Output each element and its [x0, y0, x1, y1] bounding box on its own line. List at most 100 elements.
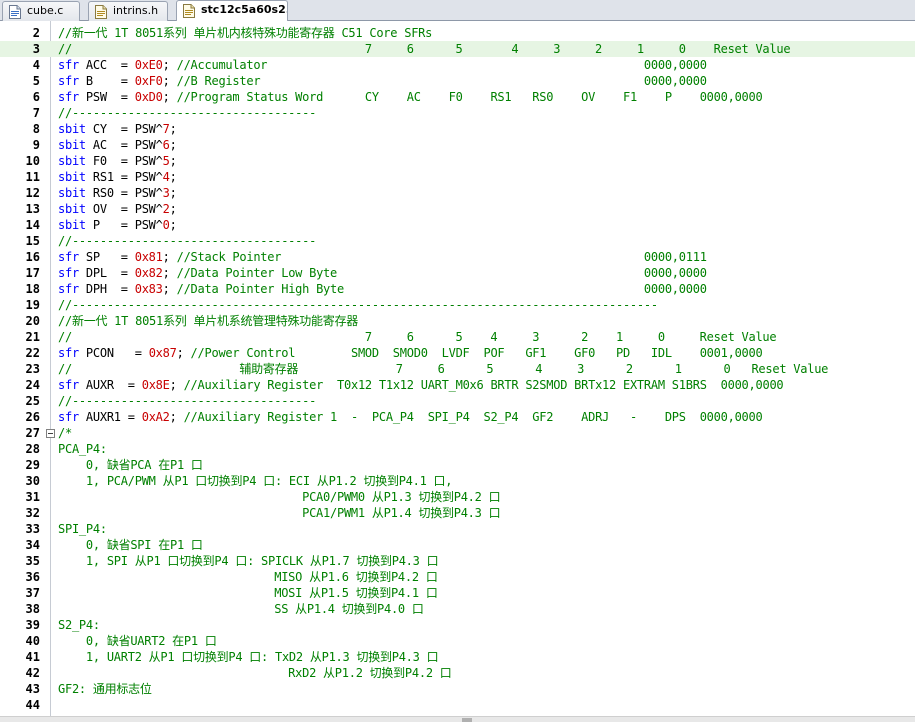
code-line[interactable]: 29 0, 缺省PCA 在P1 口: [0, 457, 915, 473]
code-line[interactable]: 17 sfr DPL = 0x82; //Data Pointer Low Byt…: [0, 265, 915, 281]
code-line[interactable]: 11 sbit RS1 = PSW^4;: [0, 169, 915, 185]
text-token: ;: [162, 58, 177, 72]
code-line[interactable]: 24 sfr AUXR = 0x8E; //Auxiliary Register …: [0, 377, 915, 393]
code-line[interactable]: 39 S2_P4:: [0, 617, 915, 633]
code-editor[interactable]: 2 //新一代 1T 8051系列 单片机内核特殊功能寄存器 C51 Core S…: [0, 21, 915, 716]
number-token: 0xA2: [141, 410, 170, 424]
tab-cube-c[interactable]: cube.c: [2, 1, 80, 21]
code-text: MOSI 从P1.5 切换到P4.1 口: [58, 585, 438, 601]
code-line[interactable]: 4 sfr ACC = 0xE0; //Accumulator 0000,0000: [0, 57, 915, 73]
code-text: //-----------------------------------: [58, 233, 316, 249]
line-number: 21: [25, 330, 40, 344]
tab-label: cube.c: [27, 4, 64, 17]
line-number: 2: [32, 26, 40, 40]
comment-token: S2_P4:: [58, 618, 100, 632]
line-number: 33: [25, 522, 40, 536]
code-line[interactable]: 36 MISO 从P1.6 切换到P4.2 口: [0, 569, 915, 585]
line-number: 39: [25, 618, 40, 632]
line-number: 14: [25, 218, 40, 232]
code-line[interactable]: 3 // 7 6 5 4 3 2 1 0 Reset Value: [0, 41, 915, 57]
code-text: /*: [58, 425, 72, 441]
c-file-icon: [9, 5, 21, 19]
code-line[interactable]: 41 1, UART2 从P1 口切换到P4 口: TxD2 从P1.3 切换到…: [0, 649, 915, 665]
tab-label: intrins.h: [113, 4, 159, 17]
code-line[interactable]: 32 PCA1/PWM1 从P1.4 切换到P4.3 口: [0, 505, 915, 521]
comment-token: RxD2 从P1.2 切换到P4.2 口: [58, 666, 452, 680]
code-text: 1, PCA/PWM 从P1 口切换到P4 口: ECI 从P1.2 切换到P4…: [58, 473, 453, 489]
code-line[interactable]: 13 sbit OV = PSW^2;: [0, 201, 915, 217]
keyword-token: sfr: [58, 378, 79, 392]
code-line[interactable]: 30 1, PCA/PWM 从P1 口切换到P4 口: ECI 从P1.2 切换…: [0, 473, 915, 489]
keyword-token: sfr: [58, 250, 79, 264]
code-text: sfr PCON = 0x87; //Power Control SMOD SM…: [58, 345, 763, 361]
text-token: PSW =: [78, 90, 135, 104]
code-line[interactable]: 19 //------------------------------------…: [0, 297, 915, 313]
code-line[interactable]: 40 0, 缺省UART2 在P1 口: [0, 633, 915, 649]
code-line[interactable]: 21 // 7 6 5 4 3 2 1 0 Reset Value: [0, 329, 915, 345]
line-number: 38: [25, 602, 40, 616]
code-text: //--------------------------------------…: [58, 297, 658, 313]
number-token: 5: [162, 154, 170, 168]
code-text: sbit RS0 = PSW^3;: [58, 185, 177, 201]
line-number: 19: [25, 298, 40, 312]
code-line[interactable]: 31 PCA0/PWM0 从P1.3 切换到P4.2 口: [0, 489, 915, 505]
code-line[interactable]: 37 MOSI 从P1.5 切换到P4.1 口: [0, 585, 915, 601]
code-line[interactable]: 12 sbit RS0 = PSW^3;: [0, 185, 915, 201]
code-text: SS 从P1.4 切换到P4.0 口: [58, 601, 424, 617]
keyword-token: sfr: [58, 74, 79, 88]
code-line[interactable]: 42 RxD2 从P1.2 切换到P4.2 口: [0, 665, 915, 681]
text-token: ;: [169, 410, 184, 424]
text-token: ;: [169, 202, 177, 216]
number-token: 0xD0: [134, 90, 163, 104]
code-text: 1, SPI 从P1 口切换到P4 口: SPICLK 从P1.7 切换到P4.…: [58, 553, 439, 569]
code-line[interactable]: 9 sbit AC = PSW^6;: [0, 137, 915, 153]
code-text: RxD2 从P1.2 切换到P4.2 口: [58, 665, 452, 681]
code-line[interactable]: 26 sfr AUXR1 = 0xA2; //Auxiliary Register…: [0, 409, 915, 425]
number-token: 0xF0: [134, 74, 163, 88]
code-line[interactable]: 10 sbit F0 = PSW^5;: [0, 153, 915, 169]
code-text: 1, UART2 从P1 口切换到P4 口: TxD2 从P1.3 切换到P4.…: [58, 649, 439, 665]
text-token: P = PSW^: [85, 218, 163, 232]
keyword-token: sbit: [58, 170, 86, 184]
code-line[interactable]: 7 //-----------------------------------: [0, 105, 915, 121]
code-line[interactable]: 23 // 辅助寄存器 7 6 5 4 3 2 1 0 Reset Value: [0, 361, 915, 377]
number-token: 4: [162, 170, 170, 184]
code-line[interactable]: 16 sfr SP = 0x81; //Stack Pointer 0000,01…: [0, 249, 915, 265]
code-line[interactable]: 34 0, 缺省SPI 在P1 口: [0, 537, 915, 553]
code-line[interactable]: 6 sfr PSW = 0xD0; //Program Status Word C…: [0, 89, 915, 105]
code-line[interactable]: 2 //新一代 1T 8051系列 单片机内核特殊功能寄存器 C51 Core S…: [0, 25, 915, 41]
code-line[interactable]: 44: [0, 697, 915, 713]
comment-token: 0, 缺省UART2 在P1 口: [58, 634, 217, 648]
code-line[interactable]: 28 PCA_P4:: [0, 441, 915, 457]
text-token: SP =: [78, 250, 135, 264]
code-line[interactable]: 18 sfr DPH = 0x83; //Data Pointer High By…: [0, 281, 915, 297]
code-line[interactable]: 38 SS 从P1.4 切换到P4.0 口: [0, 601, 915, 617]
code-line[interactable]: 43 GF2: 通用标志位: [0, 681, 915, 697]
scrollbar-thumb[interactable]: [462, 718, 472, 722]
comment-token: 0, 缺省PCA 在P1 口: [58, 458, 203, 472]
keyword-token: sfr: [58, 266, 79, 280]
line-number: 23: [25, 362, 40, 376]
code-line[interactable]: 14 sbit P = PSW^0;: [0, 217, 915, 233]
code-line[interactable]: 33 SPI_P4:: [0, 521, 915, 537]
text-token: ;: [162, 90, 177, 104]
code-line[interactable]: 5 sfr B = 0xF0; //B Register 0000,0000: [0, 73, 915, 89]
code-line[interactable]: 25 //-----------------------------------: [0, 393, 915, 409]
code-text: 0, 缺省SPI 在P1 口: [58, 537, 203, 553]
text-token: ;: [162, 74, 177, 88]
fold-collapse-icon[interactable]: [46, 429, 55, 438]
code-line[interactable]: 20 //新一代 1T 8051系列 单片机系统管理特殊功能寄存器: [0, 313, 915, 329]
code-line[interactable]: 27 /*: [0, 425, 915, 441]
tab-intrins-h[interactable]: intrins.h: [88, 1, 168, 21]
code-line[interactable]: 8 sbit CY = PSW^7;: [0, 121, 915, 137]
line-number: 44: [25, 698, 40, 712]
code-text: sfr B = 0xF0; //B Register 0000,0000: [58, 73, 707, 89]
horizontal-scrollbar[interactable]: [0, 716, 915, 722]
line-number: 24: [25, 378, 40, 392]
code-line[interactable]: 35 1, SPI 从P1 口切换到P4 口: SPICLK 从P1.7 切换到…: [0, 553, 915, 569]
tab-stc12c5a60s2-h[interactable]: stc12c5a60s2.h: [176, 0, 288, 22]
code-line[interactable]: 22 sfr PCON = 0x87; //Power Control SMOD …: [0, 345, 915, 361]
keyword-token: sfr: [58, 346, 79, 360]
text-token: ;: [169, 186, 177, 200]
code-line[interactable]: 15 //-----------------------------------: [0, 233, 915, 249]
